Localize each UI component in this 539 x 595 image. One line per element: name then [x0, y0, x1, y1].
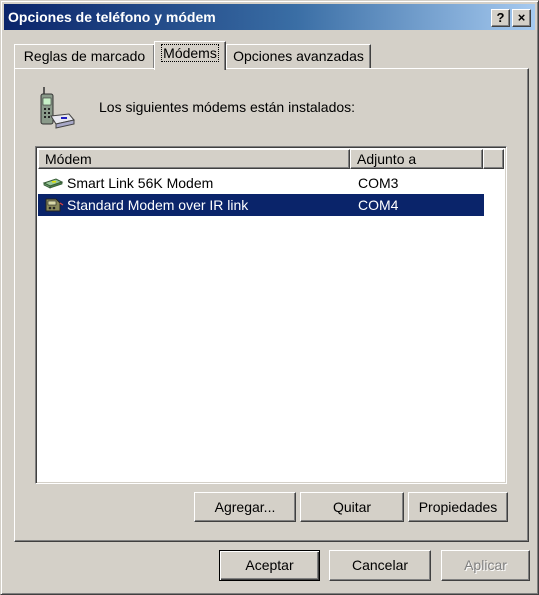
modem-port: COM3 — [358, 175, 399, 191]
tab-panel: Los siguientes módems están instalados: … — [14, 68, 529, 542]
column-header-filler — [483, 149, 504, 169]
tab-modems[interactable]: Módems — [154, 41, 226, 70]
modem-icon — [42, 178, 64, 189]
tab-dialing-rules[interactable]: Reglas de marcado — [14, 44, 155, 68]
remove-button[interactable]: Quitar — [300, 492, 404, 522]
modem-name: Smart Link 56K Modem — [67, 175, 214, 191]
ir-modem-icon — [45, 198, 64, 212]
properties-button[interactable]: Propiedades — [408, 492, 508, 522]
list-item-selected[interactable]: Standard Modem over IR link COM4 — [38, 194, 484, 216]
cancel-button[interactable]: Cancelar — [329, 550, 431, 581]
dialog-window: Opciones de teléfono y módem ? × Reglas … — [0, 0, 539, 595]
tab-label: Opciones avanzadas — [233, 48, 364, 64]
column-header-port[interactable]: Adjunto a — [350, 149, 483, 169]
tab-label: Reglas de marcado — [23, 48, 146, 64]
apply-button[interactable]: Aplicar — [441, 550, 530, 581]
column-header-modem[interactable]: Módem — [38, 149, 350, 169]
help-button[interactable]: ? — [491, 9, 510, 27]
add-button[interactable]: Agregar... — [194, 492, 296, 522]
list-item[interactable]: Smart Link 56K Modem COM3 — [38, 172, 484, 194]
window-title: Opciones de teléfono y módem — [8, 9, 216, 25]
title-bar[interactable]: Opciones de teléfono y módem ? × — [4, 4, 535, 30]
phone-modem-icon — [40, 87, 75, 129]
intro-text: Los siguientes módems están instalados: — [99, 99, 356, 115]
ok-button[interactable]: Aceptar — [219, 550, 320, 581]
modem-list[interactable]: Módem Adjunto a Smart Link 56K Modem COM… — [35, 146, 507, 484]
modem-name: Standard Modem over IR link — [67, 197, 249, 213]
tab-advanced[interactable]: Opciones avanzadas — [226, 44, 371, 68]
close-button[interactable]: × — [512, 9, 531, 27]
modem-port: COM4 — [358, 197, 399, 213]
tab-label: Módems — [161, 44, 219, 62]
